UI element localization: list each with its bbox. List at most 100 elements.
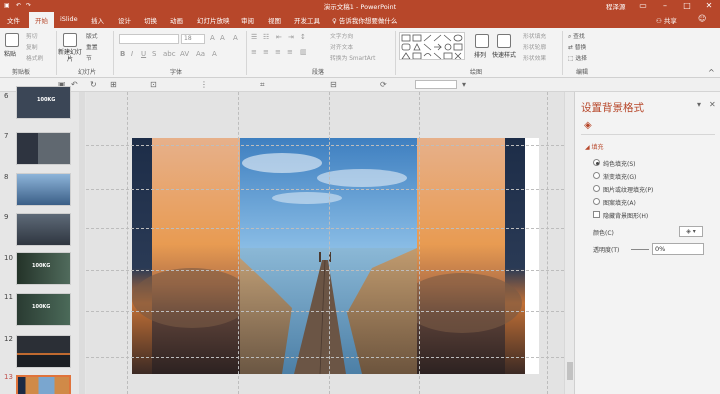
slide-thumbnail[interactable]: [16, 213, 71, 246]
hide-background-label[interactable]: 隐藏背景图形(H): [603, 211, 648, 220]
text-direction-button[interactable]: 文字方向: [330, 31, 353, 40]
layout-button[interactable]: 版式: [86, 31, 98, 40]
slide-thumbnail[interactable]: 100KG: [16, 293, 71, 326]
line-spacing-icon[interactable]: ↕: [300, 33, 306, 41]
tab-animations[interactable]: 动画: [170, 15, 183, 25]
clear-format-icon[interactable]: A: [233, 34, 238, 42]
user-name[interactable]: 程泽源: [606, 1, 626, 11]
cut-button[interactable]: 剪切: [26, 31, 38, 40]
tab-view[interactable]: 视图: [268, 15, 281, 25]
share-button[interactable]: ⚇ 共享: [656, 15, 677, 25]
slide-thumbnail[interactable]: 100KG: [16, 86, 71, 119]
distribute-icon[interactable]: ⋮: [200, 80, 208, 89]
underline-icon[interactable]: U: [141, 50, 146, 58]
change-case-icon[interactable]: Aa: [196, 50, 205, 58]
format-icon[interactable]: ⊟: [330, 80, 337, 89]
feedback-smiley-icon[interactable]: ☺: [698, 14, 706, 23]
color-picker-button[interactable]: ◈ ▾: [679, 226, 703, 237]
bold-icon[interactable]: B: [120, 50, 125, 58]
transparency-slider[interactable]: [631, 249, 649, 250]
tab-home[interactable]: 开始: [29, 12, 54, 28]
tab-design[interactable]: 设计: [118, 15, 131, 25]
paste-icon[interactable]: [5, 33, 19, 47]
reset-button[interactable]: 重置: [86, 42, 98, 51]
quick-styles-icon[interactable]: [497, 34, 511, 48]
paste-button[interactable]: 粘贴: [4, 49, 16, 58]
tab-file[interactable]: 文件: [7, 15, 20, 25]
align-icon[interactable]: ⊞: [110, 80, 117, 89]
strikethrough-icon[interactable]: abc: [163, 50, 176, 58]
pane-options-icon[interactable]: ▾: [697, 100, 701, 109]
font-name-combo[interactable]: [119, 34, 179, 44]
slide-thumbnail-active[interactable]: [16, 375, 71, 394]
rotate-icon[interactable]: ⟳: [380, 80, 387, 89]
char-spacing-icon[interactable]: AV: [180, 50, 189, 58]
bullets-icon[interactable]: ☰: [251, 33, 257, 41]
ribbon-display-icon[interactable]: ▭: [632, 0, 654, 12]
increase-indent-icon[interactable]: ⇥: [288, 33, 294, 41]
slide-thumbnail[interactable]: [16, 335, 71, 368]
arrange-button[interactable]: 排列: [474, 50, 486, 59]
find-button[interactable]: ⌕ 查找: [568, 31, 585, 41]
tab-slideshow[interactable]: 幻灯片放映: [197, 15, 230, 25]
paint-bucket-icon[interactable]: ◈: [584, 120, 592, 131]
shape-outline-button[interactable]: 形状轮廓: [523, 42, 546, 51]
tab-transitions[interactable]: 切换: [144, 15, 157, 25]
align-text-button[interactable]: 对齐文本: [330, 42, 353, 51]
close-button[interactable]: ✕: [698, 0, 720, 12]
replace-button[interactable]: ⇄ 替换: [568, 42, 586, 51]
tab-islide[interactable]: iSlide: [60, 15, 78, 23]
gradient-fill-radio[interactable]: [593, 172, 600, 179]
slide[interactable]: [132, 138, 539, 374]
section-button[interactable]: 节: [86, 53, 92, 62]
picture-fill-radio[interactable]: [593, 185, 600, 192]
slide-thumbnail[interactable]: [16, 132, 71, 165]
shapes-gallery[interactable]: [399, 32, 465, 60]
convert-smartart-button[interactable]: 转换为 SmartArt: [330, 53, 375, 62]
scrollbar-thumb[interactable]: [567, 362, 573, 380]
transparency-input[interactable]: 0%: [652, 243, 704, 255]
shape-fill-button[interactable]: 形状填充: [523, 31, 546, 40]
decrease-indent-icon[interactable]: ⇤: [276, 33, 282, 41]
solid-fill-label[interactable]: 纯色填充(S): [603, 159, 636, 168]
new-slide-icon[interactable]: [63, 33, 77, 47]
italic-icon[interactable]: I: [131, 50, 133, 58]
more-icon[interactable]: ▾: [462, 80, 466, 89]
fill-section-header[interactable]: ◢ 填充: [585, 142, 604, 151]
tab-developer[interactable]: 开发工具: [294, 15, 320, 25]
tab-review[interactable]: 审阅: [241, 15, 254, 25]
copy-button[interactable]: 复制: [26, 42, 38, 51]
minimize-button[interactable]: –: [654, 0, 676, 12]
pattern-fill-label[interactable]: 图案填充(A): [603, 198, 636, 207]
align-center-icon[interactable]: ≡: [263, 48, 269, 56]
shadow-icon[interactable]: S: [152, 50, 156, 58]
pane-close-icon[interactable]: ✕: [709, 100, 716, 109]
collapse-ribbon-icon[interactable]: ^: [708, 68, 715, 77]
canvas-scrollbar[interactable]: [564, 92, 574, 394]
pattern-fill-radio[interactable]: [593, 198, 600, 205]
crop-icon[interactable]: ⌗: [260, 80, 265, 90]
undo-icon[interactable]: ↶: [71, 80, 78, 89]
select-button[interactable]: ⬚ 选择: [568, 53, 587, 62]
tell-me-search[interactable]: ♀ 告诉我你想要做什么: [332, 15, 397, 25]
tab-insert[interactable]: 插入: [91, 15, 104, 25]
grow-font-icon[interactable]: A: [210, 34, 215, 42]
align-left-icon[interactable]: ≡: [251, 48, 257, 56]
restore-button[interactable]: □: [676, 0, 698, 12]
arrange-icon[interactable]: [475, 34, 489, 48]
new-slide-button[interactable]: 新建幻灯片: [58, 49, 82, 63]
shrink-font-icon[interactable]: A: [220, 34, 225, 42]
font-color-icon[interactable]: A: [212, 50, 217, 58]
toolbar-input[interactable]: [415, 80, 457, 89]
group-icon[interactable]: ⊡: [150, 80, 157, 89]
slide-thumbnail[interactable]: [16, 173, 71, 206]
hide-background-checkbox[interactable]: [593, 211, 600, 218]
shape-effects-button[interactable]: 形状效果: [523, 53, 546, 62]
slide-thumbnail[interactable]: 100KG: [16, 252, 71, 285]
thumbnail-scrollbar[interactable]: [79, 92, 85, 394]
format-painter-button[interactable]: 格式刷: [26, 53, 43, 62]
justify-icon[interactable]: ≡: [287, 48, 293, 56]
quick-styles-button[interactable]: 快速样式: [492, 50, 516, 59]
gradient-fill-label[interactable]: 渐变填充(G): [603, 172, 636, 181]
solid-fill-radio[interactable]: [593, 159, 600, 166]
